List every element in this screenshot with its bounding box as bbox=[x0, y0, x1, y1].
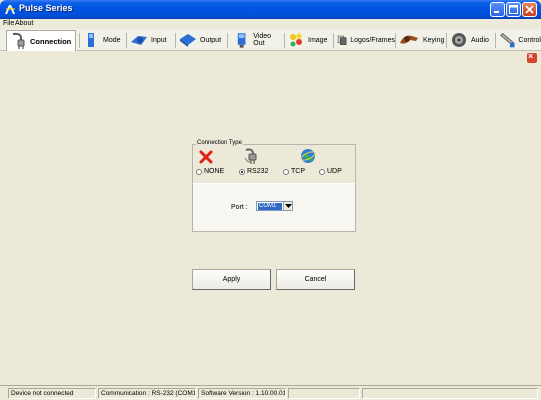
plug-icon bbox=[12, 32, 25, 49]
tab-video-out-label: Video Out bbox=[253, 33, 272, 47]
toolbar-divider bbox=[395, 33, 396, 48]
radio-udp[interactable]: UDP bbox=[319, 168, 342, 175]
keying-icon bbox=[400, 35, 418, 44]
menu-bar: File About bbox=[0, 19, 541, 29]
close-button[interactable] bbox=[522, 2, 537, 17]
connection-panel: × Connection Type NONE RS232 TCP UDP Por… bbox=[0, 51, 541, 385]
radio-tcp[interactable]: TCP bbox=[283, 168, 305, 175]
tab-video-out[interactable]: Video Out bbox=[233, 30, 283, 50]
tab-audio-label: Audio bbox=[471, 36, 489, 44]
tab-audio[interactable]: Audio bbox=[450, 30, 494, 50]
output-icon bbox=[180, 34, 196, 47]
tab-input-label: Input bbox=[151, 36, 167, 44]
tab-image[interactable]: Image bbox=[287, 30, 332, 50]
radio-rs232[interactable]: RS232 bbox=[239, 168, 268, 175]
status-cell-empty bbox=[288, 388, 360, 399]
toolbar-divider bbox=[446, 33, 447, 48]
tab-input[interactable]: Input bbox=[130, 30, 170, 50]
tab-keying-label: Keying bbox=[423, 36, 445, 44]
input-icon bbox=[131, 36, 147, 45]
status-communication: Communication : RS-232 (COM1) bbox=[98, 388, 196, 399]
toolbar-divider bbox=[175, 33, 176, 48]
radio-rs232-label: RS232 bbox=[247, 168, 269, 175]
port-select-value: COM1 bbox=[258, 203, 282, 210]
toolbar-divider bbox=[284, 33, 285, 48]
tab-mode-label: Mode bbox=[103, 36, 121, 44]
connection-type-legend: Connection Type bbox=[196, 140, 243, 146]
connection-type-group: Connection Type NONE RS232 TCP UDP Port … bbox=[192, 140, 356, 232]
tab-connection[interactable]: Connection bbox=[6, 30, 76, 51]
status-device: Device not connected bbox=[8, 388, 96, 399]
tab-output[interactable]: Output bbox=[179, 30, 224, 50]
tab-control-label: Control bbox=[518, 36, 541, 44]
toolbar: Connection Mode Input Output Video Out I… bbox=[0, 29, 541, 51]
status-bar: Device not connected Communication : RS-… bbox=[0, 385, 541, 400]
control-icon bbox=[500, 32, 515, 48]
tab-connection-label: Connection bbox=[30, 36, 72, 46]
status-cell-empty bbox=[362, 388, 538, 399]
app-logo-icon bbox=[5, 5, 15, 14]
none-x-icon bbox=[199, 150, 213, 164]
menu-file[interactable]: File bbox=[3, 19, 14, 29]
close-icon: × bbox=[528, 51, 534, 61]
tab-keying[interactable]: Keying bbox=[398, 30, 448, 50]
toolbar-divider bbox=[495, 33, 496, 48]
tab-image-label: Image bbox=[308, 36, 328, 44]
speaker-icon bbox=[452, 33, 466, 47]
maximize-icon bbox=[509, 5, 518, 14]
port-select-dropdown-button[interactable] bbox=[283, 202, 292, 210]
toolbar-divider bbox=[126, 33, 127, 48]
radio-tcp-input[interactable] bbox=[283, 168, 289, 175]
port-panel: Port : COM1 bbox=[193, 183, 355, 231]
port-select[interactable]: COM1 bbox=[256, 201, 293, 211]
radio-rs232-input[interactable] bbox=[239, 168, 245, 175]
minimize-button[interactable] bbox=[490, 2, 505, 17]
maximize-button[interactable] bbox=[506, 2, 521, 17]
logos-icon bbox=[337, 35, 347, 45]
tab-logos-frames-label: Logos/Frames bbox=[350, 36, 395, 44]
cancel-button[interactable]: Cancel bbox=[276, 269, 355, 290]
panel-close-button[interactable]: × bbox=[527, 51, 537, 63]
globe-icon bbox=[300, 149, 316, 163]
radio-udp-label: UDP bbox=[327, 168, 342, 175]
tab-control[interactable]: Control bbox=[499, 30, 541, 50]
radio-udp-input[interactable] bbox=[319, 168, 325, 175]
radio-tcp-label: TCP bbox=[291, 168, 305, 175]
toolbar-divider bbox=[79, 33, 80, 48]
tab-logos-frames[interactable]: Logos/Frames bbox=[337, 30, 395, 50]
toolbar-divider bbox=[227, 33, 228, 48]
chevron-down-icon bbox=[285, 204, 292, 208]
close-icon bbox=[525, 5, 534, 14]
tab-output-label: Output bbox=[200, 36, 222, 44]
radio-none-input[interactable] bbox=[196, 168, 202, 175]
port-label: Port : bbox=[231, 204, 248, 211]
apply-button[interactable]: Apply bbox=[192, 269, 271, 290]
image-icon bbox=[290, 32, 303, 47]
monitor-icon bbox=[237, 33, 246, 48]
radio-none[interactable]: NONE bbox=[196, 168, 224, 175]
title-bar[interactable]: Pulse Series bbox=[0, 0, 541, 19]
minimize-icon bbox=[494, 11, 499, 13]
serial-plug-icon bbox=[244, 148, 257, 164]
toolbar-divider bbox=[333, 33, 334, 48]
app-window: Pulse Series File About Connection Mode … bbox=[0, 0, 541, 400]
menu-about[interactable]: About bbox=[15, 19, 33, 29]
window-title: Pulse Series bbox=[19, 3, 73, 13]
mode-icon bbox=[88, 33, 94, 47]
radio-none-label: NONE bbox=[204, 168, 225, 175]
status-software-version: Software Version : 1.10.00.01 bbox=[198, 388, 286, 399]
tab-mode[interactable]: Mode bbox=[82, 30, 122, 50]
